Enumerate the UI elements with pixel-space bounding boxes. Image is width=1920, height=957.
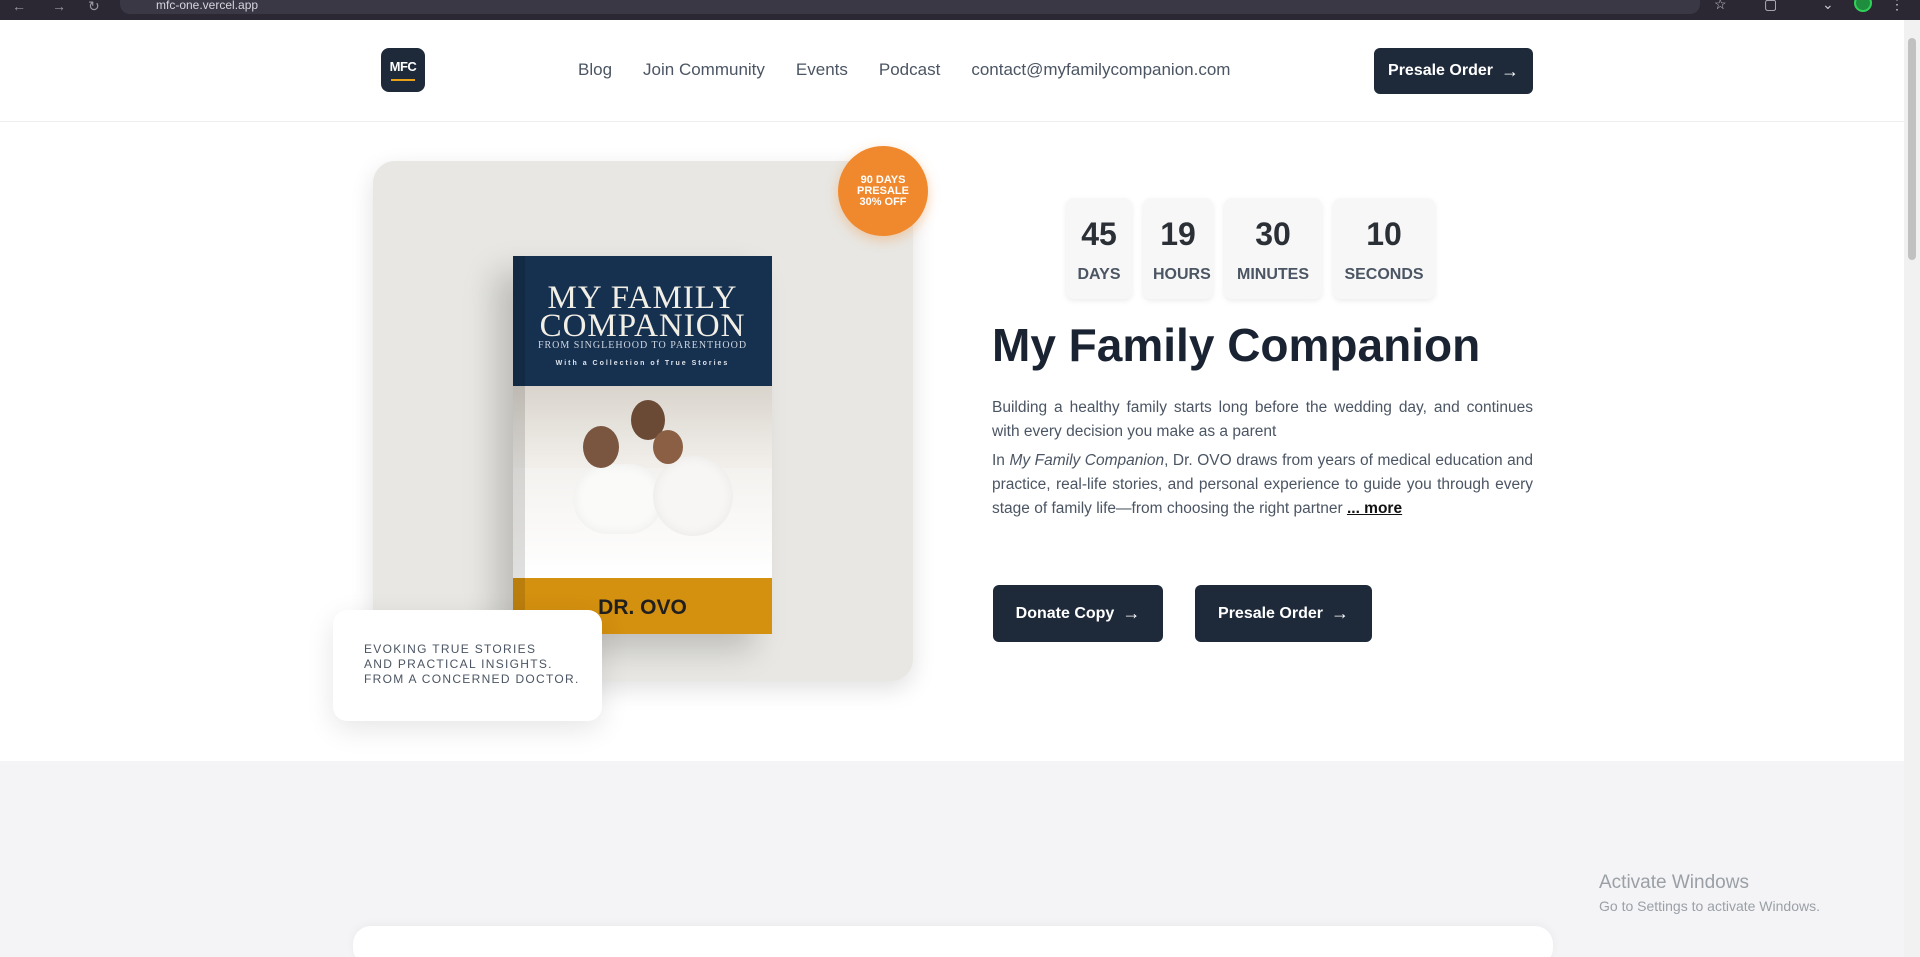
donate-copy-label: Donate Copy	[1015, 604, 1115, 622]
watermark-title: Activate Windows	[1599, 872, 1749, 893]
windows-activation-watermark: Activate Windows Go to Settings to activ…	[1599, 872, 1820, 914]
badge-line3: 30% OFF	[859, 195, 907, 208]
nav-link-join-community[interactable]: Join Community	[643, 60, 765, 82]
arrow-right-icon: →	[1500, 60, 1519, 81]
countdown-seconds-value: 10	[1366, 216, 1402, 252]
tagline-line2: AND PRACTICAL INSIGHTS.	[364, 657, 553, 671]
extensions-icon[interactable]: ▢	[1764, 0, 1777, 13]
watermark-subtitle: Go to Settings to activate Windows.	[1599, 898, 1820, 914]
nav-link-blog[interactable]: Blog	[578, 60, 612, 82]
address-bar[interactable]: mfc-one.vercel.app	[120, 0, 1700, 14]
countdown-days-label: DAYS	[1077, 266, 1121, 283]
badge-line2: PRESALE	[857, 184, 909, 197]
site-logo[interactable]: MFC	[381, 48, 425, 92]
photo-head-child	[653, 430, 683, 464]
countdown-hours-label: HOURS	[1153, 266, 1211, 283]
photo-figure-mother	[573, 464, 663, 534]
forward-icon[interactable]: →	[52, 0, 66, 14]
countdown-minutes-label: MINUTES	[1237, 266, 1309, 283]
photo-head-mother	[583, 426, 619, 468]
book-cover-subtitle: FROM SINGLEHOOD TO PARENTHOOD	[537, 340, 748, 351]
family-photo	[513, 386, 772, 578]
browser-toolbar: ← → ↻ mfc-one.vercel.app ☆ ▢ ⌄ ⋮	[0, 0, 1920, 20]
profile-avatar[interactable]	[1854, 0, 1872, 12]
countdown-hours: 19 HOURS	[1143, 198, 1213, 299]
header-presale-label: Presale Order	[1388, 62, 1493, 79]
countdown-days: 45 DAYS	[1066, 198, 1132, 299]
read-more-link[interactable]: ... more	[1347, 500, 1402, 517]
badge-line1: 90 DAYS	[860, 173, 906, 186]
tagline-card: EVOKING TRUE STORIES AND PRACTICAL INSIG…	[333, 610, 602, 721]
book-cover-title: MY FAMILY COMPANION	[513, 282, 772, 343]
site-header: MFC Blog Join Community Events Podcast c…	[0, 20, 1904, 122]
hero-description-paragraph: In My Family Companion, Dr. OVO draws fr…	[992, 449, 1533, 521]
next-section-card	[353, 926, 1553, 957]
arrow-right-icon: →	[1330, 603, 1349, 623]
hero-desc-book-title: My Family Companion	[1009, 452, 1165, 469]
book-cover-image: MY FAMILY COMPANION FROM SINGLEHOOD TO P…	[513, 256, 772, 634]
book-cover-tagline: With a Collection of True Stories	[555, 360, 730, 367]
nav-link-contact-email[interactable]: contact@myfamilycompanion.com	[971, 60, 1230, 82]
presale-discount-badge: 90 DAYS PRESALE 30% OFF	[838, 146, 928, 236]
tagline-text: EVOKING TRUE STORIES AND PRACTICAL INSIG…	[364, 642, 602, 687]
countdown-minutes-value: 30	[1255, 216, 1291, 252]
tagline-line3: FROM A CONCERNED DOCTOR.	[364, 672, 580, 686]
downloads-icon[interactable]: ⌄	[1822, 0, 1834, 13]
book-title-line2: COMPANION	[539, 308, 746, 344]
countdown-seconds: 10 SECONDS	[1333, 198, 1435, 299]
reload-icon[interactable]: ↻	[88, 0, 100, 15]
arrow-right-icon: →	[1122, 603, 1141, 623]
hero-desc-prefix: In	[992, 452, 1010, 469]
countdown-hours-value: 19	[1160, 216, 1196, 252]
header-presale-order-button[interactable]: Presale Order →	[1374, 48, 1533, 94]
page-scrollbar[interactable]	[1904, 20, 1920, 957]
countdown-days-value: 45	[1081, 216, 1117, 252]
hero-intro-paragraph: Building a healthy family starts long be…	[992, 399, 1533, 440]
nav-link-events[interactable]: Events	[796, 60, 848, 82]
scrollbar-thumb[interactable]	[1908, 38, 1916, 260]
main-nav: Blog Join Community Events Podcast conta…	[578, 60, 1230, 82]
hero-presale-label: Presale Order	[1218, 604, 1323, 622]
photo-figure-child	[653, 456, 733, 536]
tagline-line1: EVOKING TRUE STORIES	[364, 642, 537, 656]
donate-copy-button[interactable]: Donate Copy →	[993, 585, 1163, 642]
countdown-seconds-label: SECONDS	[1344, 266, 1424, 283]
back-icon[interactable]: ←	[12, 0, 26, 14]
url-text: mfc-one.vercel.app	[156, 0, 259, 12]
hero-title: My Family Companion	[992, 319, 1481, 371]
countdown-minutes: 30 MINUTES	[1224, 198, 1322, 299]
hero-presale-order-button[interactable]: Presale Order →	[1195, 585, 1372, 642]
book-spine	[513, 256, 525, 634]
bookmark-star-icon[interactable]: ☆	[1714, 0, 1727, 13]
presale-countdown: 45 DAYS 19 HOURS 30 MINUTES 10 SECONDS	[1066, 198, 1435, 299]
nav-link-podcast[interactable]: Podcast	[879, 60, 940, 82]
menu-icon[interactable]: ⋮	[1890, 0, 1904, 13]
